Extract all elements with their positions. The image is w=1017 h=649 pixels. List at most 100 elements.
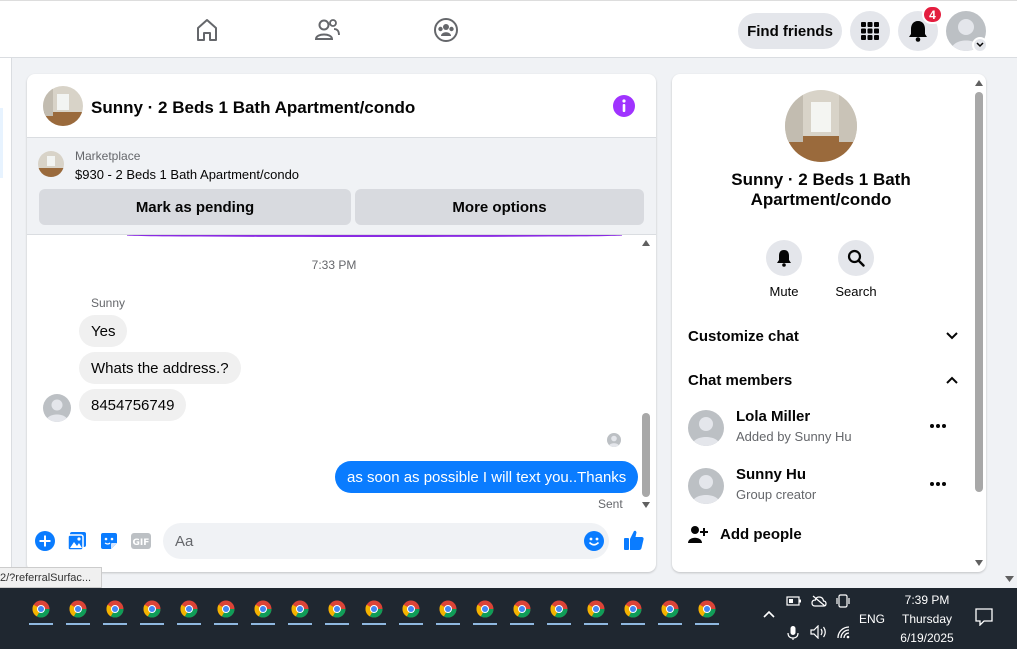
member-row[interactable]: Sunny Hu Group creator [688, 464, 958, 508]
sender-avatar[interactable] [43, 394, 71, 422]
top-navigation: Find friends 4 [0, 0, 1017, 58]
details-scrollbar-thumb[interactable] [975, 92, 983, 492]
add-people-label: Add people [720, 525, 802, 543]
sent-status: Sent [598, 497, 623, 511]
taskbar-browser-icon[interactable] [547, 596, 571, 625]
clock-day[interactable]: Thursday [892, 612, 962, 626]
add-people-button[interactable]: Add people [688, 522, 888, 546]
wifi-icon[interactable] [836, 625, 852, 639]
member-avatar[interactable] [688, 410, 724, 446]
left-sidebar-marker [0, 108, 3, 178]
marketplace-thumbnail[interactable] [38, 151, 64, 177]
menu-grid-icon[interactable] [850, 11, 890, 51]
member-subtitle: Added by Sunny Hu [736, 429, 852, 444]
taskbar-browser-icon[interactable] [251, 596, 275, 625]
taskbar-browser-icon[interactable] [29, 596, 53, 625]
sticker-icon[interactable] [98, 530, 120, 552]
search-label: Search [835, 284, 877, 299]
thumbs-up-icon[interactable] [622, 528, 646, 552]
battery-icon[interactable] [786, 596, 802, 606]
search-icon [838, 240, 874, 276]
conversation-photo[interactable] [785, 90, 857, 162]
taskbar-browser-icon[interactable] [621, 596, 645, 625]
taskbar: ENG 7:39 PM Thursday 6/19/2025 [0, 588, 1017, 649]
cloud-off-icon[interactable] [811, 595, 827, 607]
taskbar-running-indicator [29, 623, 53, 625]
taskbar-browser-icon[interactable] [66, 596, 90, 625]
gif-icon[interactable]: GIF [130, 530, 152, 552]
page-scroll-down-arrow[interactable] [1005, 574, 1014, 584]
emoji-icon[interactable] [583, 530, 605, 552]
plus-circle-icon[interactable] [34, 530, 56, 552]
taskbar-browser-icon[interactable] [325, 596, 349, 625]
clock-date[interactable]: 6/19/2025 [892, 631, 962, 645]
incoming-message[interactable]: Yes [79, 315, 128, 347]
taskbar-running-indicator [140, 623, 164, 625]
taskbar-browser-icon[interactable] [214, 596, 238, 625]
taskbar-running-indicator [621, 623, 645, 625]
taskbar-browser-icon[interactable] [140, 596, 164, 625]
more-options-button[interactable]: More options [355, 189, 644, 225]
photo-icon[interactable] [66, 530, 88, 552]
taskbar-browser-icon[interactable] [177, 596, 201, 625]
chat-scrollbar[interactable] [640, 237, 652, 513]
taskbar-running-indicator [362, 623, 386, 625]
chevron-down-icon [946, 332, 958, 340]
member-name: Lola Miller [736, 408, 811, 425]
incoming-message[interactable]: 8454756749 [79, 389, 187, 421]
taskbar-running-indicator [177, 623, 201, 625]
customize-chat-section[interactable]: Customize chat [688, 318, 958, 354]
notification-center-icon[interactable] [975, 608, 993, 626]
volume-icon[interactable] [810, 625, 828, 639]
account-chevron-down-icon[interactable] [972, 37, 988, 53]
tray-overflow-chevron-icon[interactable] [763, 610, 775, 618]
message-composer: GIF [27, 522, 656, 562]
taskbar-running-indicator [510, 623, 534, 625]
listing-price-title[interactable]: $930 - 2 Beds 1 Bath Apartment/condo [75, 167, 299, 182]
friends-icon[interactable] [312, 15, 342, 45]
clock-time[interactable]: 7:39 PM [892, 593, 962, 607]
marketplace-listing-banner: Marketplace $930 - 2 Beds 1 Bath Apartme… [27, 138, 656, 235]
taskbar-browser-icon[interactable] [695, 596, 719, 625]
details-scrollbar[interactable] [972, 76, 986, 570]
taskbar-browser-icon[interactable] [399, 596, 423, 625]
chat-scrollbar-thumb[interactable] [642, 413, 650, 497]
info-icon[interactable] [613, 95, 635, 117]
member-avatar[interactable] [688, 468, 724, 504]
home-icon[interactable] [192, 15, 222, 45]
customize-chat-label: Customize chat [688, 327, 799, 345]
taskbar-running-indicator [288, 623, 312, 625]
search-button[interactable]: Search [826, 240, 886, 299]
marketplace-label: Marketplace [75, 149, 141, 163]
taskbar-running-indicator [584, 623, 608, 625]
taskbar-browser-icon[interactable] [288, 596, 312, 625]
microphone-icon[interactable] [787, 625, 799, 641]
device-icon[interactable] [836, 594, 850, 608]
taskbar-browser-icon[interactable] [436, 596, 460, 625]
listing-thumbnail[interactable] [43, 86, 83, 126]
message-input[interactable] [163, 523, 609, 559]
taskbar-browser-icon[interactable] [584, 596, 608, 625]
more-options-icon[interactable] [928, 474, 948, 494]
find-friends-button[interactable]: Find friends [738, 13, 842, 49]
groups-icon[interactable] [431, 15, 461, 45]
status-url-bar: 2/?referralSurfac... [0, 567, 103, 588]
taskbar-browser-icon[interactable] [658, 596, 682, 625]
outgoing-message[interactable]: as soon as possible I will text you..Tha… [335, 461, 639, 493]
taskbar-running-indicator [66, 623, 90, 625]
chat-members-section[interactable]: Chat members [688, 362, 958, 398]
notification-badge: 4 [922, 5, 943, 24]
mark-as-pending-button[interactable]: Mark as pending [39, 189, 351, 225]
incoming-message[interactable]: Whats the address.? [79, 352, 241, 384]
taskbar-browser-icon[interactable] [473, 596, 497, 625]
taskbar-browser-icon[interactable] [510, 596, 534, 625]
taskbar-browser-icon[interactable] [362, 596, 386, 625]
language-indicator[interactable]: ENG [856, 612, 888, 626]
chevron-up-icon [946, 376, 958, 384]
member-row[interactable]: Lola Miller Added by Sunny Hu [688, 406, 958, 450]
mute-button[interactable]: Mute [754, 240, 814, 299]
taskbar-browser-icon[interactable] [103, 596, 127, 625]
mute-bell-icon [766, 240, 802, 276]
more-options-icon[interactable] [928, 416, 948, 436]
chat-title: Sunny · 2 Beds 1 Bath Apartment/condo [91, 98, 416, 117]
